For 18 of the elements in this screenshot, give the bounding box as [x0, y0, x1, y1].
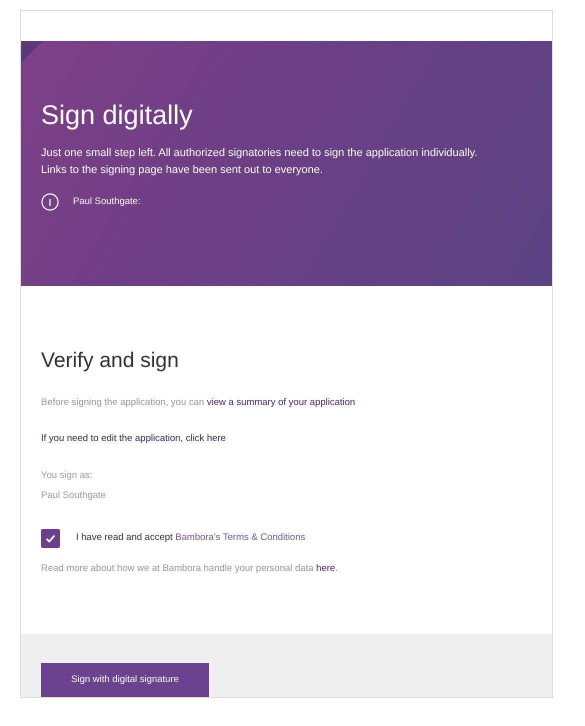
summary-text: Before signing the application, you can view a summary of your application [41, 396, 356, 410]
banner-description: Just one small step left. All authorized signatories need to sign the application individually. Links to the signing page have been sent out to everyone. [41, 146, 478, 178]
check-icon [45, 533, 56, 544]
page-title: Sign digitally [41, 99, 194, 131]
checkbox[interactable] [41, 529, 60, 548]
link[interactable]: view a summary of your application [206, 397, 356, 408]
privacy-text: Read more about how we at Bambora handle your personal data here. [41, 562, 339, 576]
terms-label: I have read and accept Bambora's Terms & Conditions [76, 531, 306, 546]
link[interactable]: Bambora's Terms & Conditions [175, 532, 306, 544]
edit-link[interactable]: If you need to edit the application, click here [41, 432, 226, 446]
info-icon [41, 193, 59, 211]
signatory-name: Paul Southgate: [73, 194, 141, 209]
link[interactable]: here [316, 563, 336, 574]
signer-name: Paul Southgate [41, 488, 106, 503]
corner-triangle [21, 41, 43, 63]
sign-as-label: You sign as: [41, 468, 92, 482]
section-title: Verify and sign [41, 348, 180, 374]
sign-button[interactable]: Sign with digital signature [41, 663, 209, 697]
